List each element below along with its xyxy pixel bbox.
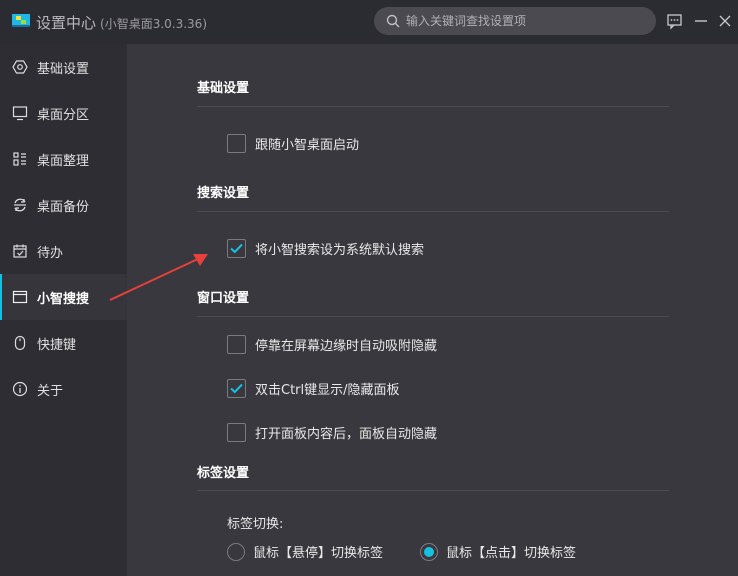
checkbox-unchecked[interactable] bbox=[227, 134, 246, 153]
divider bbox=[197, 211, 669, 212]
window-title-text: 设置中心 bbox=[36, 14, 97, 32]
radio-unselected[interactable] bbox=[227, 542, 245, 561]
backup-icon bbox=[14, 198, 26, 212]
option-label: 将小智搜索设为系统默认搜索 bbox=[255, 243, 425, 258]
title-bar: 设置中心 (小智桌面3.0.3.36) bbox=[0, 0, 738, 44]
radio-selected[interactable] bbox=[420, 542, 438, 561]
checkbox-checked[interactable] bbox=[227, 379, 246, 398]
search-box[interactable] bbox=[374, 7, 656, 35]
option-label: 鼠标【点击】切换标签 bbox=[446, 546, 577, 561]
tab-switch-label: 标签切换: bbox=[227, 517, 284, 532]
dock-hide-checkbox[interactable]: 停靠在屏幕边缘时自动吸附隐藏 bbox=[227, 335, 437, 354]
checkbox-unchecked[interactable] bbox=[227, 423, 246, 442]
calendar-check-icon bbox=[13, 244, 27, 258]
sidebar-item-about[interactable]: 关于 bbox=[0, 366, 127, 412]
sidebar-item-label: 桌面备份 bbox=[37, 199, 90, 215]
sidebar-item-label: 待办 bbox=[37, 245, 64, 261]
section-title-tabs: 标签设置 bbox=[197, 466, 250, 481]
sidebar-item-desktop-organize[interactable]: 桌面整理 bbox=[0, 136, 127, 182]
check-icon bbox=[230, 383, 243, 394]
sidebar-item-desktop-backup[interactable]: 桌面备份 bbox=[0, 182, 127, 228]
sidebar-item-label: 关于 bbox=[37, 383, 64, 399]
sidebar-item-shortcuts[interactable]: 快捷键 bbox=[0, 320, 127, 366]
sidebar-item-label: 快捷键 bbox=[37, 337, 77, 353]
option-label: 打开面板内容后，面板自动隐藏 bbox=[255, 427, 438, 442]
sidebar-item-basic-settings[interactable]: 基础设置 bbox=[0, 44, 127, 90]
sidebar-item-label: 小智搜搜 bbox=[37, 291, 90, 307]
auto-hide-checkbox[interactable]: 打开面板内容后，面板自动隐藏 bbox=[227, 423, 437, 442]
section-title-search: 搜索设置 bbox=[197, 186, 250, 201]
info-icon bbox=[12, 381, 28, 397]
click-switch-radio[interactable]: 鼠标【点击】切换标签 bbox=[420, 542, 576, 561]
section-title-window: 窗口设置 bbox=[197, 291, 250, 306]
divider bbox=[197, 490, 669, 491]
hover-switch-radio[interactable]: 鼠标【悬停】切换标签 bbox=[227, 542, 383, 561]
sidebar: 基础设置 桌面分区 桌面整理 桌面备份 待办 小智搜搜 快捷键 关于 bbox=[0, 44, 127, 576]
sidebar-item-label: 桌面整理 bbox=[37, 153, 90, 169]
option-label: 双击Ctrl键显示/隐藏面板 bbox=[255, 383, 400, 398]
follow-start-checkbox[interactable]: 跟随小智桌面启动 bbox=[227, 134, 359, 153]
option-label: 鼠标【悬停】切换标签 bbox=[253, 546, 384, 561]
sidebar-item-desktop-partition[interactable]: 桌面分区 bbox=[0, 90, 127, 136]
monitor-icon bbox=[12, 106, 28, 121]
mouse-icon bbox=[14, 335, 26, 351]
option-label: 停靠在屏幕边缘时自动吸附隐藏 bbox=[255, 339, 438, 354]
option-label: 跟随小智桌面启动 bbox=[255, 138, 360, 153]
app-logo-icon bbox=[12, 14, 30, 27]
divider bbox=[197, 316, 669, 317]
settings-hexagon-icon bbox=[12, 60, 28, 74]
default-search-checkbox[interactable]: 将小智搜索设为系统默认搜索 bbox=[227, 239, 424, 258]
window-icon bbox=[12, 290, 28, 304]
check-icon bbox=[230, 243, 243, 254]
divider bbox=[197, 106, 669, 107]
sidebar-item-label: 基础设置 bbox=[37, 61, 90, 77]
section-title-basic: 基础设置 bbox=[197, 81, 250, 96]
checkbox-unchecked[interactable] bbox=[227, 335, 246, 354]
checkbox-checked[interactable] bbox=[227, 239, 246, 258]
minimize-icon[interactable] bbox=[692, 12, 710, 30]
sidebar-item-label: 桌面分区 bbox=[37, 107, 90, 123]
search-input[interactable] bbox=[406, 11, 646, 31]
close-icon[interactable] bbox=[716, 12, 734, 30]
feedback-icon[interactable] bbox=[666, 12, 684, 30]
ctrl-toggle-checkbox[interactable]: 双击Ctrl键显示/隐藏面板 bbox=[227, 379, 400, 398]
organize-icon bbox=[13, 152, 26, 166]
app-version: (小智桌面3.0.3.36) bbox=[100, 17, 207, 31]
window-title: 设置中心 (小智桌面3.0.3.36) bbox=[36, 12, 207, 33]
search-icon bbox=[386, 14, 400, 28]
